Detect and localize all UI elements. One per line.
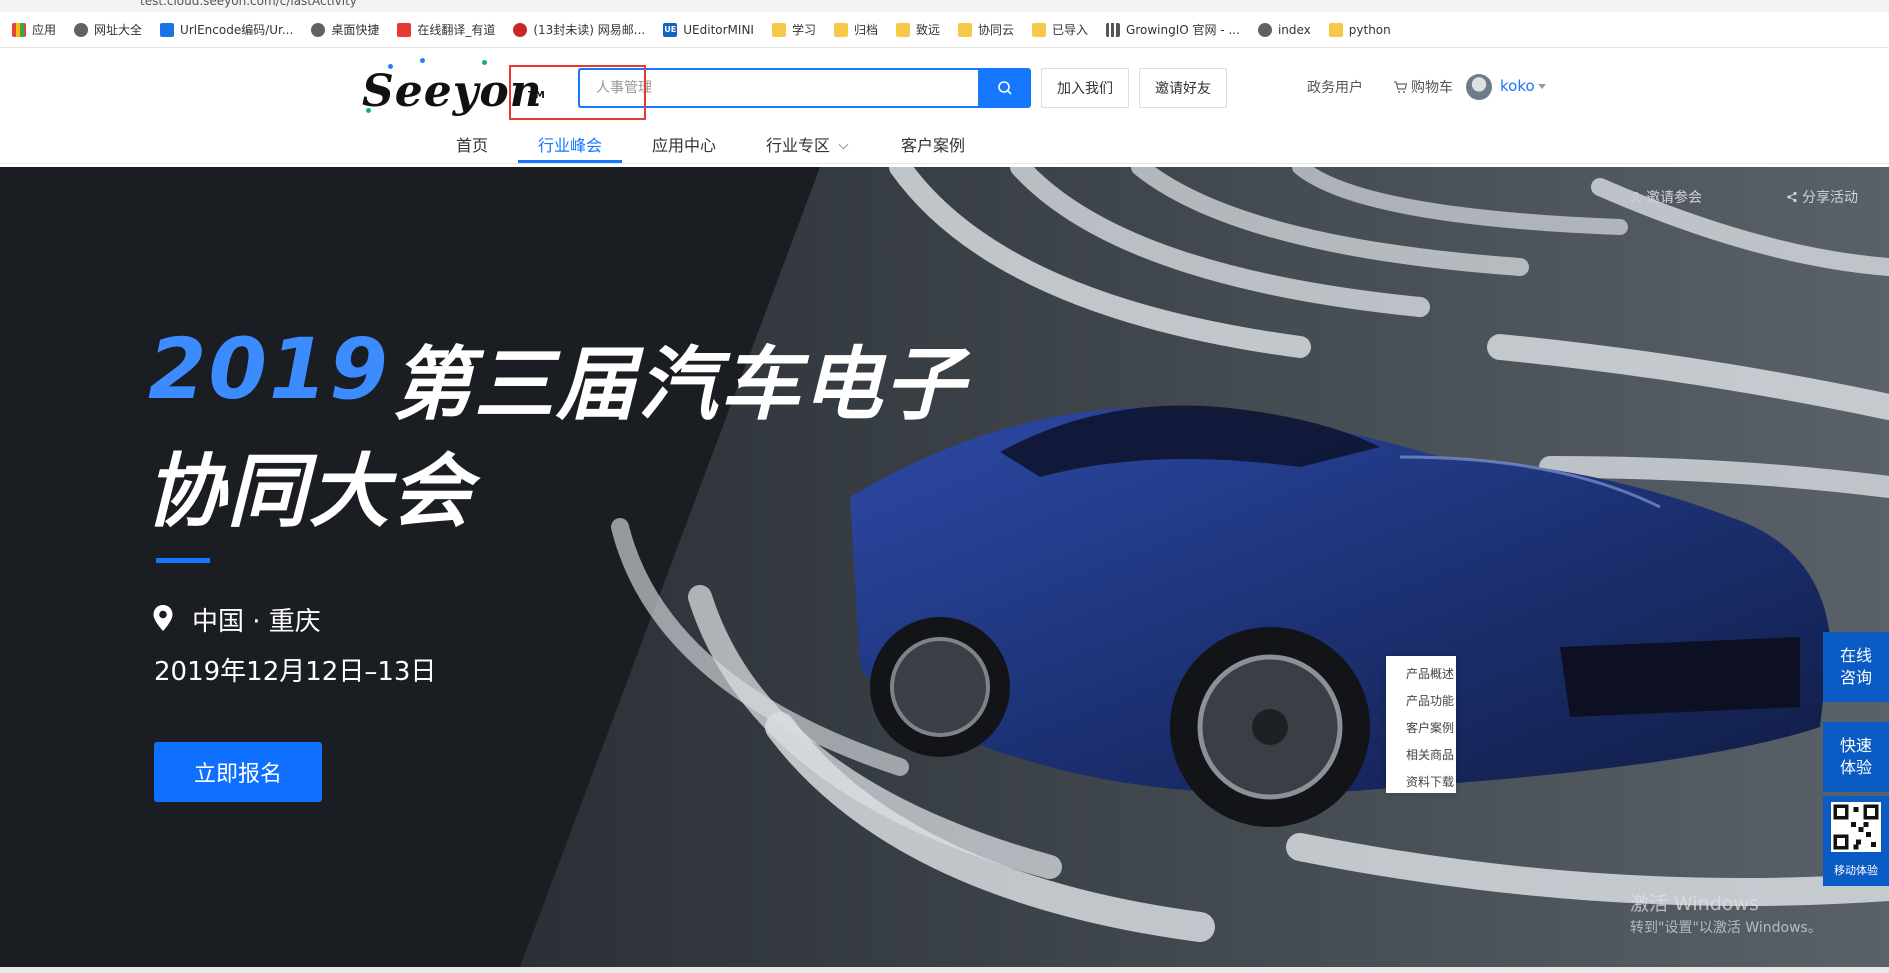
share-event-label: 分享活动 bbox=[1802, 190, 1858, 206]
online-consult-label: 在线咨询 bbox=[1839, 646, 1872, 687]
nav-active-indicator bbox=[518, 160, 622, 163]
bookmark-folder-archive[interactable]: 归档 bbox=[833, 21, 878, 38]
side-menu-item-overview[interactable]: 产品概述 bbox=[1406, 664, 1456, 691]
annotation-highlight-box bbox=[509, 65, 646, 120]
banner-car-scene bbox=[0, 167, 1889, 967]
join-us-button[interactable]: 加入我们 bbox=[1041, 68, 1129, 108]
mobile-experience-button[interactable]: 移动体验 bbox=[1823, 796, 1889, 886]
main-nav: 首页 行业峰会 应用中心 行业专区 客户案例 bbox=[0, 124, 1889, 164]
hero-year: 2019 bbox=[148, 320, 390, 418]
folder-icon bbox=[896, 22, 910, 37]
side-menu-item-downloads[interactable]: 资料下载 bbox=[1406, 772, 1456, 793]
hero-location: 中国 · 重庆 bbox=[192, 607, 321, 637]
quick-trial-label: 快速体验 bbox=[1839, 736, 1872, 777]
side-menu-item-related[interactable]: 相关商品 bbox=[1406, 745, 1456, 772]
bookmark-page-icon bbox=[160, 22, 175, 37]
site-header: Seeyon TM 加入我们 邀请好友 政务用户 购物车 koko 首页 行业峰… bbox=[0, 48, 1889, 164]
folder-icon bbox=[833, 22, 848, 37]
logo-dot bbox=[482, 60, 487, 65]
hero-title-line2: 协同大会 bbox=[145, 445, 473, 538]
bookmark-url-directory[interactable]: 网址大全 bbox=[74, 21, 142, 38]
user-icon bbox=[1631, 192, 1641, 203]
bookmark-folder-imported[interactable]: 已导入 bbox=[1032, 21, 1088, 38]
cart-link[interactable]: 购物车 bbox=[1393, 77, 1453, 97]
bookmark-folder-zhiyuan[interactable]: 致远 bbox=[896, 21, 940, 38]
folder-icon bbox=[1328, 22, 1343, 37]
gov-users-link[interactable]: 政务用户 bbox=[1307, 77, 1363, 97]
product-side-menu: 产品概述 产品功能 客户案例 相关商品 资料下载 bbox=[1386, 656, 1456, 793]
side-menu-item-features[interactable]: 产品功能 bbox=[1406, 691, 1456, 718]
bookmark-ueditor[interactable]: UE UEditorMINI bbox=[663, 22, 754, 37]
bookmark-folder-study[interactable]: 学习 bbox=[771, 21, 816, 38]
hero-title-line1: 第三届汽车电子 bbox=[392, 338, 966, 431]
nav-industry-zone-label: 行业专区 bbox=[766, 136, 831, 155]
globe-icon bbox=[74, 22, 89, 37]
apps-grid-icon bbox=[12, 22, 26, 37]
folder-icon bbox=[958, 22, 973, 37]
nav-customer-cases[interactable]: 客户案例 bbox=[901, 132, 965, 156]
side-menu-item-cases[interactable]: 客户案例 bbox=[1406, 718, 1456, 745]
user-name[interactable]: koko bbox=[1500, 77, 1535, 95]
bookmark-apps[interactable]: 应用 bbox=[12, 21, 56, 38]
quick-trial-button[interactable]: 快速体验 bbox=[1823, 722, 1889, 792]
qr-code-icon bbox=[1831, 802, 1881, 852]
globe-icon bbox=[311, 22, 326, 37]
address-bar-url[interactable]: test.cloud.seeyon.com/c/lastActivity bbox=[140, 0, 357, 8]
windows-activation-hint: 转到"设置"以激活 Windows。 bbox=[1630, 920, 1822, 936]
logo-dot bbox=[420, 58, 425, 63]
youdao-icon bbox=[397, 22, 412, 37]
chevron-down-icon bbox=[838, 139, 849, 150]
location-pin-icon bbox=[153, 605, 173, 631]
bookmark-netease-mail[interactable]: (13封未读) 网易邮... bbox=[513, 21, 645, 38]
bookmark-growingio[interactable]: GrowingIO 官网 - ... bbox=[1106, 21, 1240, 38]
hero-date: 2019年12月12日–13日 bbox=[154, 657, 437, 687]
cart-label: 购物车 bbox=[1411, 80, 1453, 96]
nav-home[interactable]: 首页 bbox=[456, 132, 488, 156]
bookmark-index[interactable]: index bbox=[1257, 22, 1311, 37]
share-event-link[interactable]: 分享活动 bbox=[1786, 187, 1858, 207]
nav-industry-zone[interactable]: 行业专区 bbox=[766, 132, 849, 156]
register-now-button[interactable]: 立即报名 bbox=[154, 742, 322, 802]
nav-industry-summit[interactable]: 行业峰会 bbox=[538, 132, 602, 156]
hero-divider bbox=[156, 558, 210, 563]
page-bottom-strip bbox=[0, 967, 1889, 973]
bookmark-desktop-shortcut[interactable]: 桌面快捷 bbox=[311, 21, 379, 38]
growingio-icon bbox=[1106, 22, 1121, 37]
folder-icon bbox=[771, 22, 786, 37]
search-button[interactable] bbox=[978, 68, 1031, 108]
mobile-experience-label: 移动体验 bbox=[1834, 864, 1878, 877]
bookmark-urlencode[interactable]: UrlEncode编码/Ur... bbox=[160, 21, 293, 38]
address-bar[interactable]: test.cloud.seeyon.com/c/lastActivity bbox=[0, 0, 1889, 12]
netease-mail-icon bbox=[513, 22, 528, 37]
invite-attend-link[interactable]: 邀请参会 bbox=[1630, 187, 1702, 207]
windows-activation-title: 激活 Windows bbox=[1630, 893, 1759, 915]
nav-app-center[interactable]: 应用中心 bbox=[652, 132, 716, 156]
chevron-down-icon[interactable] bbox=[1538, 84, 1546, 89]
page-icon bbox=[1257, 22, 1272, 37]
bookmark-folder-cloud[interactable]: 协同云 bbox=[958, 21, 1014, 38]
online-consult-button[interactable]: 在线咨询 bbox=[1823, 632, 1889, 702]
avatar[interactable] bbox=[1466, 74, 1492, 100]
invite-friends-button[interactable]: 邀请好友 bbox=[1139, 68, 1227, 108]
bookmarks-bar: 应用 网址大全 UrlEncode编码/Ur... 桌面快捷 在线翻译_有道 (… bbox=[0, 12, 1889, 48]
cart-icon bbox=[1394, 80, 1407, 93]
bookmark-folder-python[interactable]: python bbox=[1328, 22, 1391, 37]
bookmark-youdao[interactable]: 在线翻译_有道 bbox=[397, 21, 495, 38]
hero-banner: 2019 第三届汽车电子 协同大会 中国 · 重庆 2019年12月12日–13… bbox=[0, 167, 1889, 967]
folder-icon bbox=[1032, 22, 1047, 37]
invite-attend-label: 邀请参会 bbox=[1646, 190, 1702, 206]
ue-icon: UE bbox=[663, 22, 678, 37]
search-icon bbox=[997, 81, 1012, 95]
share-icon bbox=[1787, 191, 1797, 203]
